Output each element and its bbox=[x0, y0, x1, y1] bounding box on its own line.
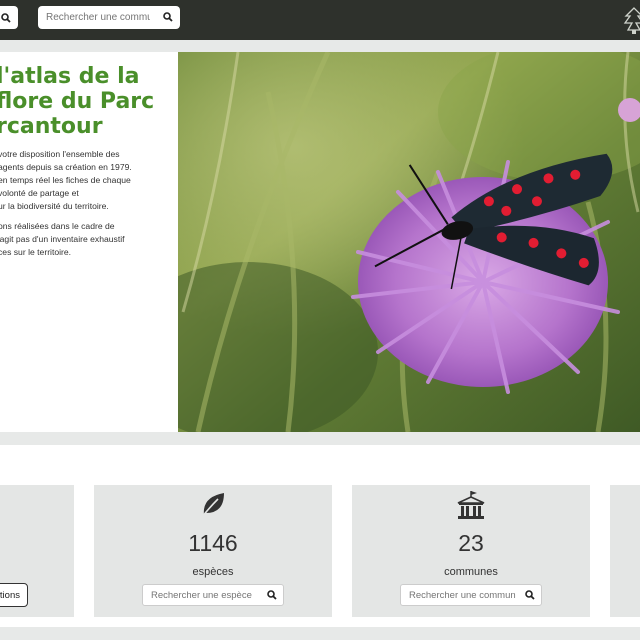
text-line: en temps réel les fiches de chaque bbox=[0, 175, 131, 185]
search-icon[interactable] bbox=[525, 590, 535, 600]
hero-intro: l'atlas de la flore du Parc rcantour vot… bbox=[0, 52, 178, 432]
disclaimer-paragraph: ons réalisées dans le cadre de 'agit pas… bbox=[0, 220, 178, 259]
species-search-box[interactable] bbox=[142, 584, 284, 606]
title-line: flore du Parc bbox=[0, 89, 155, 114]
page-title: l'atlas de la flore du Parc rcantour bbox=[0, 64, 178, 139]
commune-search-input[interactable] bbox=[38, 12, 150, 23]
stats-section: tions 1146 espèces 23 co bbox=[0, 445, 640, 627]
search-icon bbox=[1, 12, 11, 23]
search-icon[interactable] bbox=[267, 590, 277, 600]
title-line: rcantour bbox=[0, 114, 103, 139]
communes-count: 23 bbox=[458, 530, 484, 556]
text-line: ces sur le territoire. bbox=[0, 247, 72, 257]
title-line: l'atlas de la bbox=[0, 64, 140, 89]
species-search-input[interactable] bbox=[143, 589, 258, 601]
hero-photo-burnet-moth-on-scabious bbox=[178, 52, 640, 432]
park-logo-icon[interactable] bbox=[622, 6, 640, 36]
additional-stat-card bbox=[610, 485, 640, 617]
search-button[interactable] bbox=[0, 6, 18, 29]
communes-label: communes bbox=[444, 566, 498, 578]
text-line: ur la biodiversité du territoire. bbox=[0, 201, 109, 211]
commune-search-box[interactable] bbox=[400, 584, 542, 606]
observations-button[interactable]: tions bbox=[0, 583, 28, 607]
species-card: 1146 espèces bbox=[94, 485, 332, 617]
text-line: ons réalisées dans le cadre de bbox=[0, 221, 115, 231]
commune-search-box[interactable] bbox=[38, 6, 180, 29]
commune-search-input[interactable] bbox=[401, 589, 516, 601]
intro-paragraph: votre disposition l'ensemble des agents … bbox=[0, 148, 178, 213]
top-navbar bbox=[0, 0, 640, 40]
text-line: volonté de partage et bbox=[0, 188, 79, 198]
leaf-icon bbox=[201, 493, 224, 518]
search-icon[interactable] bbox=[163, 12, 173, 22]
text-line: votre disposition l'ensemble des bbox=[0, 149, 120, 159]
text-line: agents depuis sa création en 1979. bbox=[0, 162, 132, 172]
text-line: 'agit pas d'un inventaire exhaustif bbox=[0, 234, 125, 244]
page-divider bbox=[0, 627, 640, 640]
species-count: 1146 bbox=[188, 530, 238, 556]
communes-card: 23 communes bbox=[352, 485, 590, 617]
town-hall-icon bbox=[457, 491, 485, 519]
hero-section: l'atlas de la flore du Parc rcantour vot… bbox=[0, 52, 640, 432]
species-label: espèces bbox=[192, 566, 234, 578]
observations-card: tions bbox=[0, 485, 74, 617]
